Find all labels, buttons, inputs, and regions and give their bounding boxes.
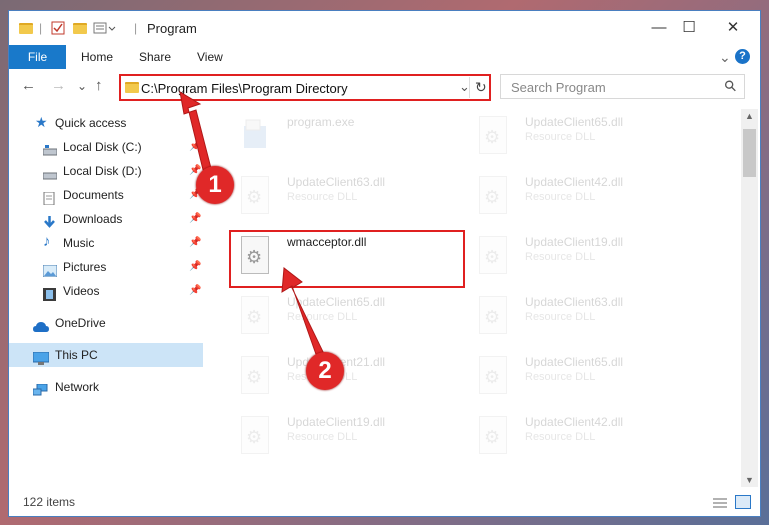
annotation-arrows bbox=[179, 91, 327, 361]
arrow-to-file bbox=[281, 267, 327, 361]
step-2-badge: 2 bbox=[306, 352, 344, 390]
step-1-badge: 1 bbox=[196, 166, 234, 204]
